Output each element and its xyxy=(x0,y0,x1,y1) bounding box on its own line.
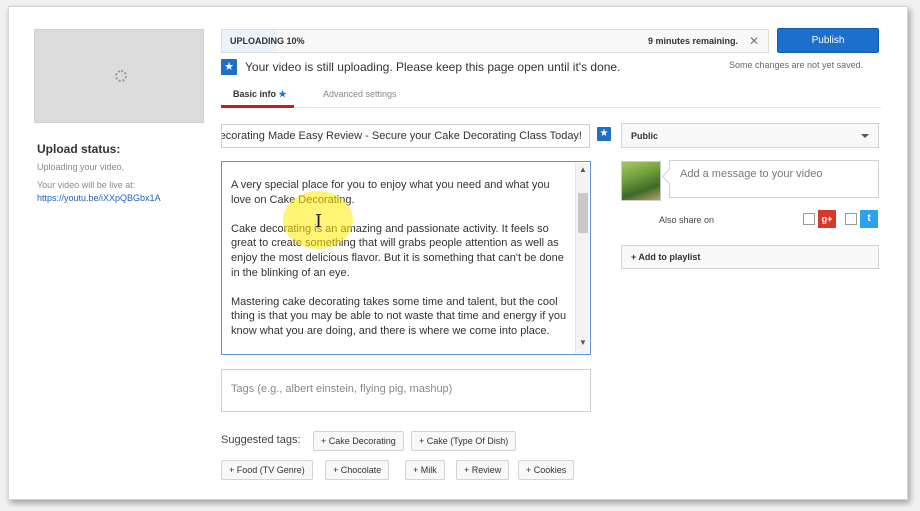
upload-progress-bar: UPLOADING 10% 9 minutes remaining. ✕ xyxy=(221,29,769,53)
video-thumbnail xyxy=(34,29,204,123)
add-to-playlist-button[interactable]: + Add to playlist xyxy=(621,245,879,269)
tags-placeholder: Tags (e.g., albert einstein, flying pig,… xyxy=(231,383,453,395)
google-plus-icon: g+ xyxy=(818,210,836,228)
twitter-checkbox[interactable] xyxy=(845,213,857,225)
tab-divider xyxy=(221,107,881,108)
star-icon: ★ xyxy=(221,59,237,75)
suggested-tag-chip[interactable]: + Cake (Type Of Dish) xyxy=(411,431,517,451)
suggested-tag-chip[interactable]: + Food (TV Genre) xyxy=(221,460,313,480)
title-star-icon: ★ xyxy=(597,127,611,141)
tags-input[interactable]: Tags (e.g., albert einstein, flying pig,… xyxy=(221,369,591,412)
live-at-label: Your video will be live at: xyxy=(37,180,136,190)
description-paragraph: Mastering cake decorating takes some tim… xyxy=(231,295,567,337)
video-url-link[interactable]: https://youtu.be/iXXpQBGbx1A xyxy=(37,193,161,203)
suggested-tag-chip[interactable]: + Cake Decorating xyxy=(313,431,404,451)
twitter-icon: t xyxy=(860,210,878,228)
suggested-tag-chip[interactable]: + Milk xyxy=(405,460,445,480)
title-input[interactable]: Cake Decorating Made Easy Review - Secur… xyxy=(221,124,590,148)
description-scrollbar[interactable]: ▲ ▼ xyxy=(575,163,589,353)
unsaved-changes-note: Some changes are not yet saved. xyxy=(729,60,864,70)
suggested-tag-chip[interactable]: + Chocolate xyxy=(325,460,390,480)
scroll-down-icon[interactable]: ▼ xyxy=(576,338,590,347)
also-share-label: Also share on xyxy=(659,215,715,225)
suggested-tags-label: Suggested tags: xyxy=(221,434,301,446)
active-tab-indicator xyxy=(221,105,294,108)
share-message-placeholder: Add a message to your video xyxy=(680,168,823,180)
share-message-input[interactable]: Add a message to your video xyxy=(669,160,879,198)
chevron-down-icon xyxy=(861,134,869,138)
description-text: A very special place for you to enjoy wh… xyxy=(231,178,571,353)
title-text: Cake Decorating Made Easy Review - Secur… xyxy=(221,130,582,142)
text-cursor-icon: I xyxy=(315,211,323,232)
upload-page: Upload status: Uploading your video. You… xyxy=(8,6,908,500)
avatar xyxy=(621,161,661,201)
description-paragraph: Cake decorating is an amazing and passio… xyxy=(231,222,564,279)
tab-advanced-settings[interactable]: Advanced settings xyxy=(323,89,397,99)
time-remaining: 9 minutes remaining. xyxy=(647,36,738,46)
loading-spinner-icon xyxy=(115,70,127,82)
progress-label: UPLOADING 10% xyxy=(230,36,305,46)
close-icon[interactable]: ✕ xyxy=(749,34,759,48)
publish-button[interactable]: Publish xyxy=(777,28,879,53)
privacy-select[interactable]: Public xyxy=(621,123,879,148)
description-textarea[interactable]: A very special place for you to enjoy wh… xyxy=(221,161,591,355)
suggested-tag-chip[interactable]: + Cookies xyxy=(518,460,575,480)
privacy-value: Public xyxy=(631,131,659,141)
scroll-up-icon[interactable]: ▲ xyxy=(576,165,590,174)
scroll-thumb[interactable] xyxy=(578,193,588,233)
tab-star-icon: ★ xyxy=(278,89,287,99)
tab-basic-info[interactable]: Basic info ★ xyxy=(233,89,287,100)
description-paragraph: A very special place for you to enjoy wh… xyxy=(231,179,550,206)
upload-status-line: Uploading your video. xyxy=(37,162,125,172)
tab-basic-label: Basic info xyxy=(233,89,277,99)
upload-notice: Your video is still uploading. Please ke… xyxy=(245,60,621,74)
gplus-checkbox[interactable] xyxy=(803,213,815,225)
suggested-tag-chip[interactable]: + Review xyxy=(456,460,510,480)
upload-status-title: Upload status: xyxy=(37,142,121,156)
